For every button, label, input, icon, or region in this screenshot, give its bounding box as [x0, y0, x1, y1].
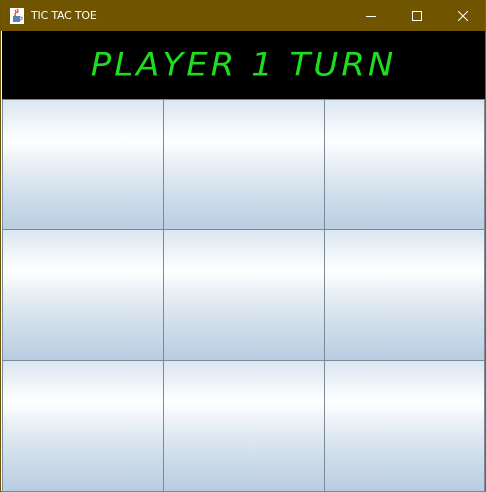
cell-mark [164, 230, 324, 360]
board-cell-9[interactable] [324, 360, 485, 492]
turn-banner: PLAYER 1 TURN [2, 31, 485, 99]
minimize-button[interactable] [348, 1, 394, 31]
board-cell-2[interactable] [163, 99, 325, 231]
board-cell-4[interactable] [2, 229, 164, 361]
window-title: TIC TAC TOE [31, 9, 97, 22]
turn-label: PLAYER 1 TURN [90, 46, 397, 84]
cell-mark [3, 100, 163, 230]
maximize-icon [412, 11, 422, 21]
java-cup-icon [10, 8, 24, 24]
close-button[interactable] [440, 1, 486, 31]
cell-mark [3, 230, 163, 360]
cell-mark [325, 100, 484, 230]
close-icon [458, 11, 468, 21]
maximize-button[interactable] [394, 1, 440, 31]
board-cell-3[interactable] [324, 99, 485, 231]
board-cell-8[interactable] [163, 360, 325, 492]
cell-mark [325, 361, 484, 491]
minimize-icon [366, 16, 376, 17]
board-cell-1[interactable] [2, 99, 164, 231]
cell-mark [164, 100, 324, 230]
cell-mark [325, 230, 484, 360]
board-cell-5[interactable] [163, 229, 325, 361]
board-cell-7[interactable] [2, 360, 164, 492]
board-cell-6[interactable] [324, 229, 485, 361]
title-bar[interactable]: TIC TAC TOE [1, 1, 485, 31]
game-board [2, 99, 485, 492]
cell-mark [164, 361, 324, 491]
game-window: TIC TAC TOE PLAYER 1 TURN [0, 0, 486, 492]
cell-mark [3, 361, 163, 491]
